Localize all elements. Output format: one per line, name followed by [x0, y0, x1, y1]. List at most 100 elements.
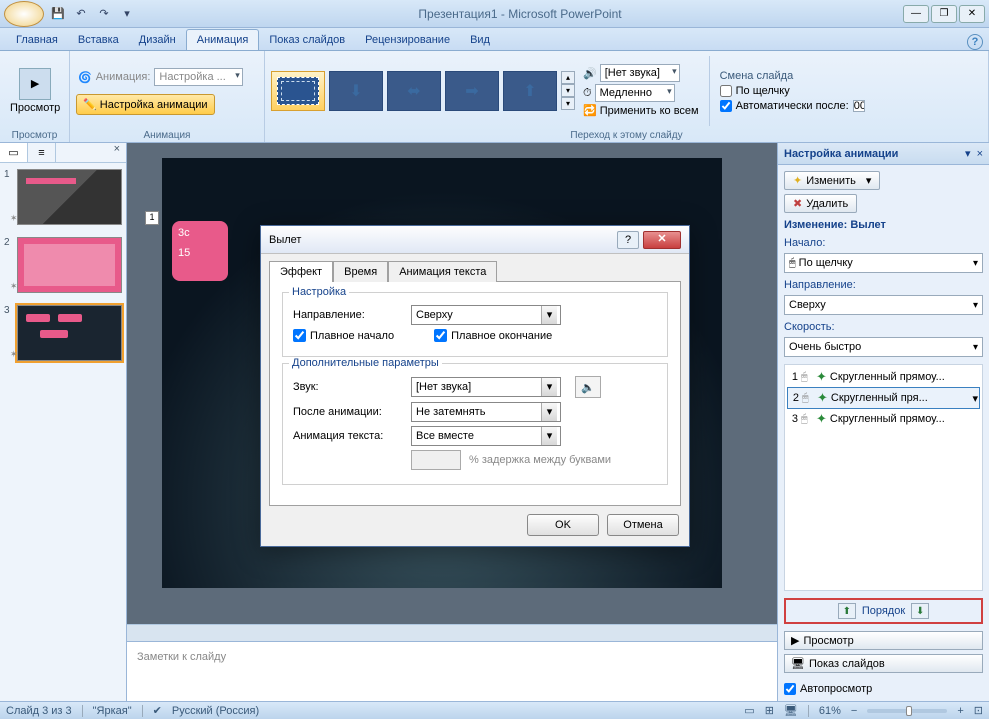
dialog-tab-effect[interactable]: Эффект [269, 261, 333, 282]
thumbnails-tab-slides[interactable]: ▭ [0, 143, 28, 162]
animation-combo[interactable]: Настройка ... [154, 68, 242, 86]
office-button[interactable] [4, 1, 44, 27]
dialog-help-button[interactable]: ? [617, 231, 639, 249]
animation-list-item[interactable]: 2🖱✦Скругленный пря...▾ [787, 387, 980, 409]
zoom-slider[interactable] [867, 709, 947, 713]
zoom-level[interactable]: 61% [819, 705, 841, 717]
view-sorter-icon[interactable]: ⊞ [765, 704, 774, 717]
title-bar: 💾 ↶ ↷ ▾ Презентация1 - Microsoft PowerPo… [0, 0, 989, 28]
slide-counter: Слайд 3 из 3 [6, 705, 72, 717]
tab-design[interactable]: Дизайн [129, 30, 186, 50]
horizontal-scrollbar[interactable] [127, 624, 777, 641]
animation-tag[interactable]: 1 [145, 211, 159, 225]
group-transition-label: Переход к этому слайду [271, 128, 982, 141]
thumbnails-tab-outline[interactable]: ≡ [28, 143, 56, 162]
sound-label: Звук: [293, 381, 403, 393]
slideshow-button[interactable]: 🖥Показ слайдов [784, 654, 983, 673]
close-button[interactable]: ✕ [959, 5, 985, 23]
thumbnails-close[interactable]: × [108, 143, 126, 162]
preview-icon: ▶ [19, 68, 51, 100]
animation-label: Анимация: [96, 71, 151, 83]
tab-insert[interactable]: Вставка [68, 30, 129, 50]
pane-close-icon[interactable]: × [977, 148, 983, 160]
view-normal-icon[interactable]: ▭ [744, 704, 754, 717]
animation-list-item[interactable]: 1🖱✦Скругленный прямоу... [787, 367, 980, 387]
start-combo[interactable]: 🖱 По щелчку [784, 253, 983, 273]
dialog-title: Вылет [269, 234, 301, 246]
tab-review[interactable]: Рецензирование [355, 30, 460, 50]
animation-indicator-icon: ✶ [10, 213, 18, 224]
move-up-button[interactable]: ⬆ [838, 603, 856, 619]
ribbon: ▶ Просмотр Просмотр 🌀Анимация: Настройка… [0, 51, 989, 143]
autopreview-checkbox[interactable]: Автопросмотр [784, 683, 983, 695]
play-button[interactable]: ▶Просмотр [784, 631, 983, 650]
tab-slideshow[interactable]: Показ слайдов [259, 30, 355, 50]
smooth-end-checkbox[interactable]: Плавное окончание [434, 329, 552, 342]
order-label: Порядок [862, 605, 905, 617]
fit-to-window-button[interactable]: ⊡ [974, 704, 983, 717]
view-slideshow-icon[interactable]: 🖥 [784, 704, 798, 717]
undo-icon[interactable]: ↶ [71, 4, 91, 24]
cancel-button[interactable]: Отмена [607, 514, 679, 536]
group-preview-label: Просмотр [6, 128, 63, 141]
tab-view[interactable]: Вид [460, 30, 500, 50]
preview-button[interactable]: ▶ Просмотр [6, 66, 64, 116]
after-anim-combo[interactable]: Не затемнять [411, 402, 561, 422]
redo-icon[interactable]: ↷ [94, 4, 114, 24]
move-down-button[interactable]: ⬇ [911, 603, 929, 619]
smooth-start-checkbox[interactable]: Плавное начало [293, 329, 394, 342]
animate-text-combo[interactable]: Все вместе [411, 426, 561, 446]
auto-after-time[interactable] [853, 100, 865, 112]
transition-thumb[interactable]: ⬇ [329, 71, 383, 111]
help-icon[interactable]: ? [967, 34, 983, 50]
theme-name: "Яркая" [93, 705, 132, 717]
zoom-out-button[interactable]: − [851, 705, 857, 717]
tab-animation[interactable]: Анимация [186, 29, 260, 50]
transition-gallery-scroll[interactable]: ▴▾▾ [561, 71, 575, 110]
star-icon: ✦ [793, 174, 802, 187]
mouse-icon: 🖱 [802, 392, 814, 405]
tab-home[interactable]: Главная [6, 30, 68, 50]
transition-speed-combo[interactable]: Медленно [595, 84, 675, 102]
sound-volume-button[interactable]: 🔈 [575, 376, 601, 398]
transition-none[interactable] [271, 71, 325, 111]
slide-thumbnail[interactable]: 3 ✶ [4, 305, 122, 361]
notes-pane[interactable]: Заметки к слайду [127, 641, 777, 701]
dialog-tab-text[interactable]: Анимация текста [388, 261, 497, 282]
quick-access-toolbar: 💾 ↶ ↷ ▾ [48, 4, 137, 24]
auto-after-checkbox[interactable]: Автоматически после: [720, 100, 865, 112]
slide-thumbnail[interactable]: 2 ✶ [4, 237, 122, 293]
animation-list-item[interactable]: 3🖱✦Скругленный прямоу... [787, 409, 980, 429]
on-click-checkbox[interactable]: По щелчку [720, 85, 865, 97]
item-dropdown-icon[interactable]: ▾ [972, 392, 978, 405]
speed-combo[interactable]: Очень быстро [784, 337, 983, 357]
change-effect-button[interactable]: ✦Изменить ▾ [784, 171, 880, 190]
custom-animation-button[interactable]: ✏️ Настройка анимации [76, 94, 215, 115]
transition-sound-combo[interactable]: [Нет звука] [600, 64, 680, 82]
dialog-tab-timing[interactable]: Время [333, 261, 388, 282]
start-label: Начало: [784, 237, 983, 249]
dialog-titlebar[interactable]: Вылет ? ✕ [261, 226, 689, 254]
language-label[interactable]: Русский (Россия) [172, 705, 259, 717]
dialog-close-button[interactable]: ✕ [643, 231, 681, 249]
speed-label: Скорость: [784, 321, 983, 333]
speed-icon: ⏱ [583, 87, 592, 100]
spellcheck-icon[interactable]: ✔ [153, 704, 162, 717]
qat-dropdown-icon[interactable]: ▾ [117, 4, 137, 24]
remove-effect-button[interactable]: ✖Удалить [784, 194, 857, 213]
transition-thumb[interactable]: ⬌ [387, 71, 441, 111]
pane-dropdown-icon[interactable]: ▾ [965, 147, 971, 160]
minimize-button[interactable]: — [903, 5, 929, 23]
pink-shape[interactable]: 3с15 [172, 221, 228, 281]
direction-combo[interactable]: Сверху [784, 295, 983, 315]
sound-combo[interactable]: [Нет звука] [411, 377, 561, 397]
transition-thumb[interactable]: ➡ [445, 71, 499, 111]
apply-to-all-button[interactable]: 🔁Применить ко всем [583, 104, 699, 117]
direction-combo[interactable]: Сверху [411, 305, 561, 325]
transition-thumb[interactable]: ⬆ [503, 71, 557, 111]
save-icon[interactable]: 💾 [48, 4, 68, 24]
restore-button[interactable]: ❐ [931, 5, 957, 23]
ok-button[interactable]: OK [527, 514, 599, 536]
slide-thumbnail[interactable]: 1 ✶ [4, 169, 122, 225]
zoom-in-button[interactable]: + [957, 705, 963, 717]
